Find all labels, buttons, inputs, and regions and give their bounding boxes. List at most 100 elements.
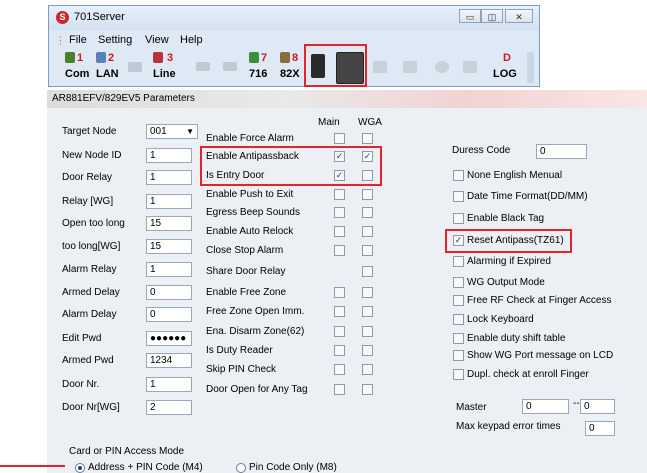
reader-icon[interactable]: [196, 62, 210, 71]
option-label: Is Duty Reader: [206, 345, 273, 356]
close-button[interactable]: ✕: [505, 9, 533, 23]
82x-button[interactable]: 8 82X: [280, 50, 306, 85]
option-label: Enable Auto Relock: [206, 226, 294, 237]
com-label: Com: [65, 68, 90, 80]
wga-checkbox[interactable]: [362, 245, 373, 256]
access-mode-pin-only-radio[interactable]: [236, 463, 246, 473]
line-button[interactable]: 3 Line: [153, 50, 183, 85]
monitor-icon[interactable]: [435, 61, 449, 73]
lan-label: LAN: [96, 68, 119, 80]
option-label: Is Entry Door: [206, 170, 265, 181]
wga-checkbox[interactable]: [362, 189, 373, 200]
pen-icon[interactable]: [463, 61, 477, 73]
option-checkbox[interactable]: ✓: [453, 235, 464, 246]
option-checkbox[interactable]: [453, 333, 464, 344]
wga-checkbox[interactable]: [362, 326, 373, 337]
main-checkbox[interactable]: [334, 207, 345, 218]
option-checkbox[interactable]: [453, 213, 464, 224]
option-checkbox[interactable]: [453, 277, 464, 288]
minimize-button[interactable]: ▭: [459, 9, 481, 23]
param-input[interactable]: 1: [146, 194, 192, 209]
wga-checkbox[interactable]: [362, 306, 373, 317]
param-input[interactable]: 0: [146, 307, 192, 322]
max-keypad-error-input[interactable]: 0: [585, 421, 615, 436]
target-node-select[interactable]: 001 ▼: [146, 124, 198, 139]
wga-checkbox[interactable]: [362, 170, 373, 181]
wga-checkbox[interactable]: [362, 345, 373, 356]
param-label: too long[WG]: [62, 241, 121, 252]
window-title: 701Server: [74, 11, 125, 23]
main-checkbox[interactable]: [334, 245, 345, 256]
duress-code-input[interactable]: 0: [536, 144, 587, 159]
card-icon[interactable]: [223, 62, 237, 71]
maximize-button[interactable]: ◫: [481, 9, 503, 23]
com-button[interactable]: 1 Com: [65, 50, 93, 85]
option-label: Close Stop Alarm: [206, 245, 284, 256]
tool-icon[interactable]: [373, 61, 387, 73]
main-checkbox[interactable]: [334, 306, 345, 317]
toolbar-overflow-icon[interactable]: [527, 52, 534, 83]
network-icon[interactable]: [128, 62, 142, 72]
716-button[interactable]: 7 716: [249, 50, 273, 85]
option-label: Enable Antipassback: [206, 151, 299, 162]
menu-setting[interactable]: Setting: [98, 34, 132, 46]
param-input[interactable]: 1: [146, 262, 192, 277]
param-input[interactable]: 15: [146, 239, 192, 254]
main-checkbox[interactable]: ✓: [334, 151, 345, 162]
main-checkbox[interactable]: [334, 364, 345, 375]
option-checkbox[interactable]: [453, 369, 464, 380]
wga-checkbox[interactable]: [362, 133, 373, 144]
main-checkbox[interactable]: [334, 226, 345, 237]
lan-button[interactable]: 2 LAN: [96, 50, 124, 85]
log-button[interactable]: D LOG: [493, 50, 523, 85]
col-main-header: Main: [318, 117, 340, 128]
main-checkbox[interactable]: [334, 326, 345, 337]
option-label: Show WG Port message on LCD: [467, 350, 614, 361]
main-checkbox[interactable]: [334, 133, 345, 144]
wga-checkbox[interactable]: ✓: [362, 151, 373, 162]
param-input[interactable]: 15: [146, 216, 192, 231]
main-checkbox[interactable]: [334, 345, 345, 356]
param-input[interactable]: 1234: [146, 353, 192, 368]
terminal-82x-icon: [280, 52, 290, 63]
param-input[interactable]: 2: [146, 400, 192, 415]
main-checkbox[interactable]: [334, 189, 345, 200]
option-checkbox[interactable]: [453, 295, 464, 306]
main-checkbox[interactable]: [334, 384, 345, 395]
wga-checkbox[interactable]: [362, 364, 373, 375]
settings-icon[interactable]: [403, 61, 417, 73]
option-checkbox[interactable]: [453, 314, 464, 325]
menu-help[interactable]: Help: [180, 34, 203, 46]
param-input[interactable]: ●●●●●●: [146, 331, 192, 346]
master-to-input[interactable]: 0: [580, 399, 615, 414]
wga-checkbox[interactable]: [362, 207, 373, 218]
main-checkbox[interactable]: [334, 287, 345, 298]
log-count: D: [503, 52, 511, 64]
option-checkbox[interactable]: [453, 256, 464, 267]
master-from-input[interactable]: 0: [522, 399, 569, 414]
menu-view[interactable]: View: [145, 34, 169, 46]
param-label: Alarm Relay: [62, 264, 117, 275]
access-mode-address-pin-radio[interactable]: [75, 463, 85, 473]
wga-checkbox[interactable]: [362, 384, 373, 395]
param-input[interactable]: 0: [146, 285, 192, 300]
param-input[interactable]: 1: [146, 170, 192, 185]
wga-checkbox[interactable]: [362, 287, 373, 298]
master-label: Master: [456, 402, 487, 413]
param-input[interactable]: 1: [146, 377, 192, 392]
param-label: Target Node: [62, 126, 117, 137]
menu-bar: ⋮ File Setting View Help: [55, 31, 535, 49]
option-checkbox[interactable]: [453, 170, 464, 181]
main-checkbox[interactable]: ✓: [334, 170, 345, 181]
param-input[interactable]: 1: [146, 148, 192, 163]
wga-checkbox[interactable]: [362, 266, 373, 277]
option-label: Free Zone Open Imm.: [206, 306, 305, 317]
option-label: Enable Black Tag: [467, 213, 545, 224]
param-label: Open too long: [62, 218, 125, 229]
option-checkbox[interactable]: [453, 191, 464, 202]
option-checkbox[interactable]: [453, 350, 464, 361]
wga-checkbox[interactable]: [362, 226, 373, 237]
option-label: Share Door Relay: [206, 266, 286, 277]
716-label: 716: [249, 68, 268, 80]
menu-file[interactable]: File: [69, 34, 87, 46]
